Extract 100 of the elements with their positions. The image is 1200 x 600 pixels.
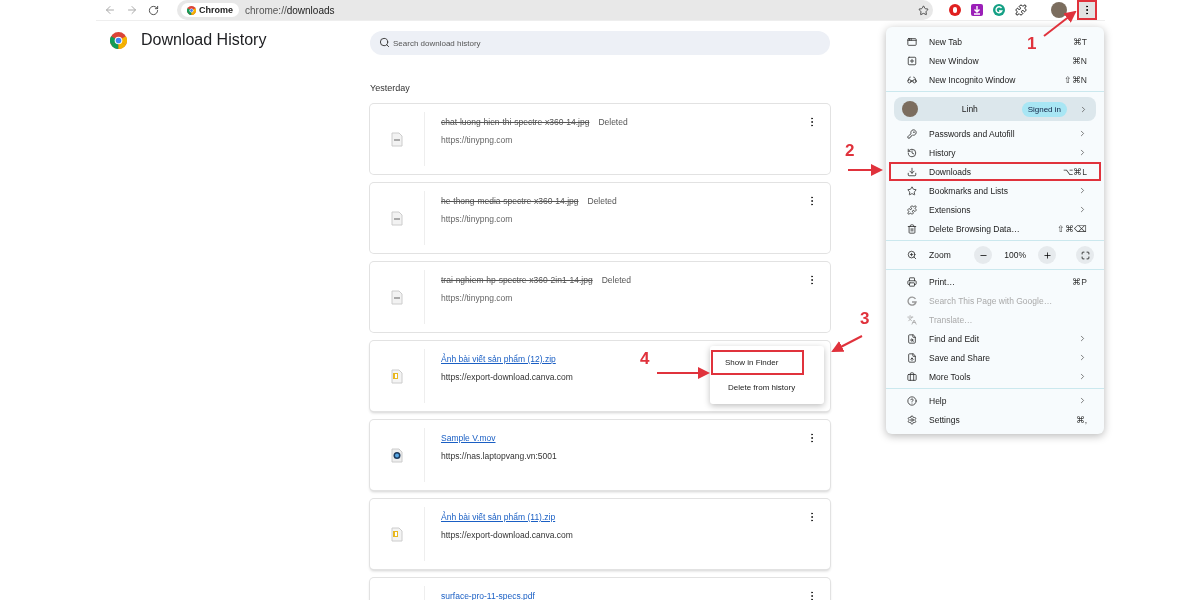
chrome-logo-icon: [110, 31, 127, 49]
menu-icon: [907, 333, 917, 344]
chevron-icon: [1078, 129, 1087, 138]
menu-icon: [907, 74, 917, 85]
avatar[interactable]: [1051, 2, 1067, 18]
menu-button[interactable]: [1077, 0, 1097, 20]
site-chip[interactable]: Chrome: [181, 3, 239, 17]
deleted-file-name: he-thong-media-spectre-x360-14.jpg: [441, 196, 579, 206]
arrow: [830, 334, 864, 354]
deleted-file-name: chat-luong-hien-thi-spectre-x360-14.jpg: [441, 117, 590, 127]
chevron-icon: [1078, 148, 1087, 157]
fullscreen-button[interactable]: [1076, 246, 1094, 264]
step-number: 2: [845, 141, 855, 161]
status-text: Deleted: [601, 275, 631, 285]
source-url: https://tinypng.com: [441, 135, 513, 145]
address-bar[interactable]: Chrome chrome://downloads: [177, 0, 933, 20]
menu-icon: [907, 414, 917, 425]
menu-icon: [907, 36, 917, 47]
arrow: [848, 164, 884, 176]
url-text: chrome://downloads: [245, 4, 336, 16]
video-file-icon: [391, 447, 403, 463]
menu-item[interactable]: Settings ⌘,: [891, 410, 1099, 429]
menu-item[interactable]: Bookmarks and Lists: [891, 181, 1099, 200]
download-extension-icon[interactable]: [971, 4, 983, 16]
arrow: [657, 367, 711, 379]
deleted-file-name: trai-nghiem-hp-spectre-x360-2in1-14.jpg: [441, 275, 593, 285]
chevron-icon: [1079, 104, 1088, 114]
file-icon: [391, 289, 403, 305]
menu-item[interactable]: New Window ⌘N: [891, 51, 1099, 70]
shortcut-text: ⌘T: [1072, 36, 1087, 47]
step-number: 1: [1027, 34, 1037, 54]
reload-button[interactable]: [148, 4, 159, 16]
chevron-icon: [1078, 396, 1087, 405]
chrome-logo-icon: [187, 5, 196, 15]
file-link[interactable]: Sample V.mov: [441, 433, 496, 443]
step-number: 4: [640, 349, 650, 369]
g-icon: [907, 295, 917, 306]
menu-icon: [907, 276, 917, 287]
zoom-value: 100%: [1004, 250, 1026, 260]
file-icon: [391, 131, 403, 147]
menu-icon: [907, 128, 917, 139]
menu-item[interactable]: Find and Edit: [891, 329, 1099, 348]
arrow: [1042, 8, 1078, 38]
zoom-label: Zoom: [929, 250, 952, 260]
source-url: https://export-download.canva.com: [441, 372, 573, 382]
menu-item[interactable]: Delete from history: [714, 375, 820, 400]
chevron-icon: [1078, 334, 1087, 343]
section-heading: Yesterday: [370, 83, 411, 93]
file-link[interactable]: Ảnh bài viết sản phẩm (11).zip: [441, 512, 556, 522]
profile-item[interactable]: Linh Signed in: [894, 97, 1096, 121]
zip-file-icon: [391, 368, 403, 384]
shortcut-text: ⌘,: [1075, 414, 1087, 425]
star-icon[interactable]: [918, 4, 929, 16]
file-link[interactable]: surface-pro-11-specs.pdf: [441, 591, 535, 600]
shortcut-text: ⌥⌘L: [1063, 166, 1087, 177]
menu-item[interactable]: Print… ⌘P: [891, 272, 1099, 291]
menu-item[interactable]: Show in Finder: [711, 350, 804, 375]
signed-in-badge: Signed in: [1021, 101, 1067, 117]
menu-item[interactable]: Passwords and Autofill: [891, 124, 1099, 143]
menu-item[interactable]: Extensions: [891, 200, 1099, 219]
shortcut-text: ⌘N: [1071, 55, 1087, 66]
source-url: https://tinypng.com: [441, 293, 513, 303]
shortcut-text: ⇧⌘N: [1063, 74, 1087, 85]
menu-icon: [907, 223, 917, 234]
shortcut-text: ⌘P: [1072, 276, 1087, 287]
menu-item[interactable]: Downloads ⌥⌘L: [889, 162, 1101, 181]
fullscreen-icon: [1080, 250, 1090, 260]
puzzle-icon[interactable]: [1015, 4, 1027, 16]
chevron-icon: [1078, 353, 1087, 362]
profile-name: Linh: [960, 104, 979, 114]
chevron-icon: [1078, 205, 1087, 214]
zoom-in-button[interactable]: [1038, 246, 1056, 264]
menu-icon: [907, 314, 917, 325]
menu-icon: [907, 147, 917, 158]
menu-icon: [907, 204, 917, 215]
menu-icon: [907, 250, 917, 260]
avatar: [902, 101, 918, 117]
page-title: Download History: [141, 31, 267, 49]
chevron-icon: [1078, 372, 1087, 381]
status-text: Deleted: [587, 196, 617, 206]
menu-item[interactable]: History: [891, 143, 1099, 162]
step-number: 3: [860, 309, 870, 329]
plus-icon: [1042, 250, 1052, 260]
source-url: https://tinypng.com: [441, 214, 513, 224]
search-field[interactable]: Search download history: [370, 31, 830, 55]
source-url: https://nas.laptopvang.vn:5001: [441, 451, 557, 461]
menu-icon: [907, 166, 917, 177]
menu-item[interactable]: More Tools: [891, 367, 1099, 386]
file-link[interactable]: Ảnh bài viết sản phẩm (12).zip: [441, 354, 556, 364]
chevron-icon: [1078, 186, 1087, 195]
menu-item[interactable]: Save and Share: [891, 348, 1099, 367]
zip-file-icon: [391, 526, 403, 542]
menu-icon: [907, 352, 917, 363]
file-icon: [391, 210, 403, 226]
shield-extension-icon[interactable]: [949, 4, 961, 16]
menu-item[interactable]: Delete Browsing Data… ⇧⌘⌫: [891, 219, 1099, 238]
menu-item[interactable]: Help: [891, 391, 1099, 410]
source-url: https://export-download.canva.com: [441, 530, 573, 540]
menu-item[interactable]: New Incognito Window ⇧⌘N: [891, 70, 1099, 89]
circle-extension-icon[interactable]: [993, 4, 1005, 16]
